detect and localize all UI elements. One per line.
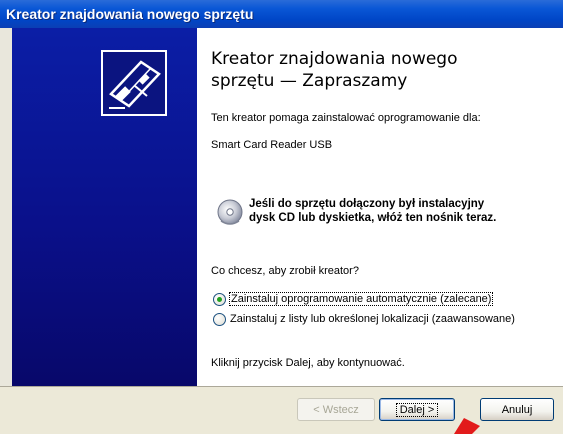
option-advanced-install[interactable]: Zainstaluj z listy lub określonej lokali… (213, 311, 515, 327)
radio-advanced-install[interactable] (213, 312, 226, 326)
cd-notice: Jeśli do sprzętu dołączony był instalacy… (211, 193, 556, 231)
cd-disc-icon (217, 199, 243, 225)
option-auto-install-label[interactable]: Zainstaluj oprogramowanie automatycznie … (228, 292, 494, 306)
page-title-line1: Kreator znajdowania nowego (211, 49, 458, 69)
question-text: Co chcesz, aby zrobił kreator? (211, 265, 359, 277)
back-button-label: < Wstecz (313, 403, 359, 416)
option-advanced-install-label[interactable]: Zainstaluj z listy lub określonej lokali… (230, 313, 515, 325)
wizard-side-panel (0, 28, 197, 386)
cancel-button-label: Anuluj (501, 403, 533, 416)
device-name: Smart Card Reader USB (211, 139, 333, 151)
intro-text: Ten kreator pomaga zainstalować oprogram… (211, 112, 481, 124)
cd-notice-line2: dysk CD lub dyskietka, włóż ten nośnik t… (249, 212, 497, 224)
red-arrow-icon (454, 418, 480, 434)
page-title: Kreator znajdowania nowego sprzętu — Zap… (211, 48, 551, 92)
window-title-bar[interactable]: Kreator znajdowania nowego sprzętu (0, 0, 563, 28)
cancel-button[interactable]: Anuluj (480, 398, 554, 421)
window-title: Kreator znajdowania nowego sprzętu (6, 6, 254, 22)
wizard-window: Kreator znajdowania nowego sprzętu — Zap… (0, 28, 563, 434)
continue-hint: Kliknij przycisk Dalej, aby kontynuować. (211, 357, 405, 369)
wizard-content: Kreator znajdowania nowego sprzętu — Zap… (197, 28, 563, 386)
back-button[interactable]: < Wstecz (297, 398, 375, 421)
cd-notice-line1: Jeśli do sprzętu dołączony był instalacy… (249, 198, 485, 210)
radio-auto-install[interactable] (213, 292, 226, 306)
option-auto-install[interactable]: Zainstaluj oprogramowanie automatycznie … (213, 291, 494, 307)
next-button[interactable]: Dalej > (379, 398, 455, 421)
hardware-card-icon (101, 50, 167, 116)
page-title-line2: sprzętu — Zapraszamy (211, 71, 408, 91)
next-button-label: Dalej > (395, 402, 439, 417)
side-panel-edge (0, 28, 12, 386)
cd-notice-text: Jeśli do sprzętu dołączony był instalacy… (249, 197, 496, 225)
